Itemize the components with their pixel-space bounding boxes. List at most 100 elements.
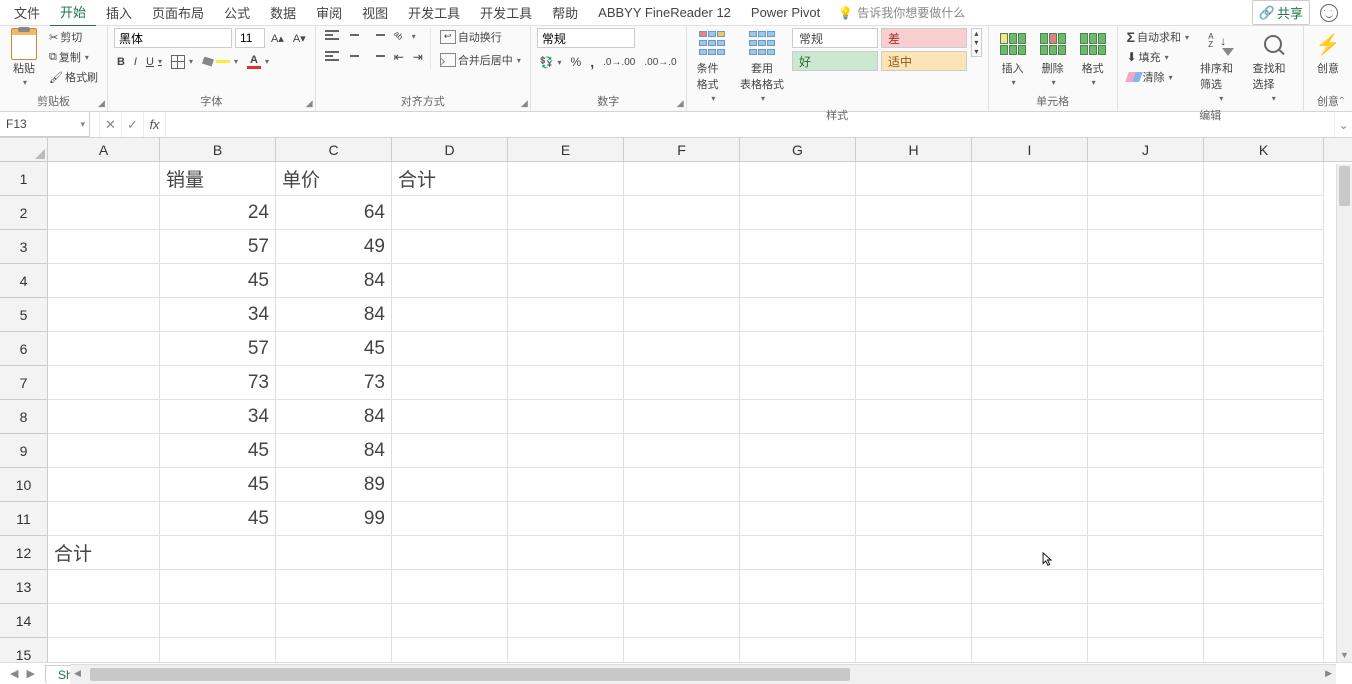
tab-formulas[interactable]: 公式 [214,0,260,26]
row-header-3[interactable]: 3 [0,230,48,264]
column-header-B[interactable]: B [160,138,276,161]
cell-A3[interactable] [48,230,160,264]
cell-I12[interactable] [972,536,1088,570]
cell-H7[interactable] [856,366,972,400]
align-bottom-button[interactable] [368,29,388,43]
increase-decimal-button[interactable]: .0→.00 [600,56,638,69]
orientation-button[interactable] [391,28,419,44]
cell-H9[interactable] [856,434,972,468]
cell-D1[interactable]: 合计 [392,162,508,196]
cell-E13[interactable] [508,570,624,604]
cell-G4[interactable] [740,264,856,298]
delete-cells-button[interactable]: 删除 [1035,28,1071,89]
comma-button[interactable] [587,53,597,71]
cell-J15[interactable] [1088,638,1204,662]
cell-D2[interactable] [392,196,508,230]
style-good[interactable]: 好 [792,51,878,71]
cell-G15[interactable] [740,638,856,662]
cancel-formula-button[interactable]: ✕ [100,112,122,137]
cell-C6[interactable]: 45 [276,332,392,366]
cell-B6[interactable]: 57 [160,332,276,366]
feedback-smiley-icon[interactable] [1320,4,1338,22]
increase-font-button[interactable]: A▴ [268,31,287,46]
column-header-G[interactable]: G [740,138,856,161]
style-neutral[interactable]: 适中 [881,51,967,71]
vscroll-thumb[interactable] [1339,166,1350,206]
row-header-12[interactable]: 12 [0,536,48,570]
cell-B4[interactable]: 45 [160,264,276,298]
cell-C10[interactable]: 89 [276,468,392,502]
cell-G7[interactable] [740,366,856,400]
row-header-13[interactable]: 13 [0,570,48,604]
cell-B3[interactable]: 57 [160,230,276,264]
number-launcher[interactable]: ◢ [677,98,684,109]
cell-A10[interactable] [48,468,160,502]
cell-K14[interactable] [1204,604,1324,638]
cell-E11[interactable] [508,502,624,536]
cell-J8[interactable] [1088,400,1204,434]
scroll-left-arrow[interactable]: ◀ [74,668,81,679]
format-painter-button[interactable]: 🖌格式刷 [46,68,101,86]
tab-review[interactable]: 审阅 [306,0,352,26]
decrease-font-button[interactable]: A▾ [290,31,309,46]
column-header-I[interactable]: I [972,138,1088,161]
cell-D5[interactable] [392,298,508,332]
scroll-down-arrow[interactable]: ▼ [1337,650,1352,660]
cell-J4[interactable] [1088,264,1204,298]
scroll-right-arrow[interactable]: ▶ [1325,668,1332,679]
column-header-H[interactable]: H [856,138,972,161]
row-header-11[interactable]: 11 [0,502,48,536]
collapse-ribbon-button[interactable]: ⌃ [1338,96,1346,107]
cell-K5[interactable] [1204,298,1324,332]
row-header-7[interactable]: 7 [0,366,48,400]
cell-A15[interactable] [48,638,160,662]
cell-B7[interactable]: 73 [160,366,276,400]
cell-C8[interactable]: 84 [276,400,392,434]
sheet-nav-prev[interactable]: ◀ [10,667,18,680]
alignment-launcher[interactable]: ◢ [521,98,528,109]
cell-J10[interactable] [1088,468,1204,502]
font-size-combo[interactable] [235,28,265,48]
column-header-D[interactable]: D [392,138,508,161]
cell-J3[interactable] [1088,230,1204,264]
cell-K7[interactable] [1204,366,1324,400]
cell-F11[interactable] [624,502,740,536]
cell-J2[interactable] [1088,196,1204,230]
cell-K8[interactable] [1204,400,1324,434]
cell-G5[interactable] [740,298,856,332]
row-header-10[interactable]: 10 [0,468,48,502]
align-left-button[interactable] [322,50,342,64]
cell-K12[interactable] [1204,536,1324,570]
cell-B8[interactable]: 34 [160,400,276,434]
cell-F12[interactable] [624,536,740,570]
paste-button[interactable]: 粘贴 [6,28,42,89]
cell-H13[interactable] [856,570,972,604]
cell-style-gallery[interactable]: 常规 差 好 适中 [792,28,967,71]
decrease-decimal-button[interactable]: .00→.0 [641,56,679,69]
cell-F14[interactable] [624,604,740,638]
cell-A6[interactable] [48,332,160,366]
cell-I1[interactable] [972,162,1088,196]
tab-view[interactable]: 视图 [352,0,398,26]
cell-K15[interactable] [1204,638,1324,662]
cell-E15[interactable] [508,638,624,662]
sheet-nav-next[interactable]: ▶ [26,667,34,680]
cell-C2[interactable]: 64 [276,196,392,230]
cell-C3[interactable]: 49 [276,230,392,264]
hscroll-thumb[interactable] [90,668,850,681]
cell-E5[interactable] [508,298,624,332]
cell-C1[interactable]: 单价 [276,162,392,196]
cell-B14[interactable] [160,604,276,638]
cell-F2[interactable] [624,196,740,230]
fill-button[interactable]: ⬇填充 [1124,48,1192,66]
row-header-1[interactable]: 1 [0,162,48,196]
cell-G3[interactable] [740,230,856,264]
cell-B2[interactable]: 24 [160,196,276,230]
cell-B10[interactable]: 45 [160,468,276,502]
row-header-2[interactable]: 2 [0,196,48,230]
cell-G9[interactable] [740,434,856,468]
style-bad[interactable]: 差 [881,28,967,48]
insert-cells-button[interactable]: 插入 [995,28,1031,89]
cell-D11[interactable] [392,502,508,536]
cell-D12[interactable] [392,536,508,570]
